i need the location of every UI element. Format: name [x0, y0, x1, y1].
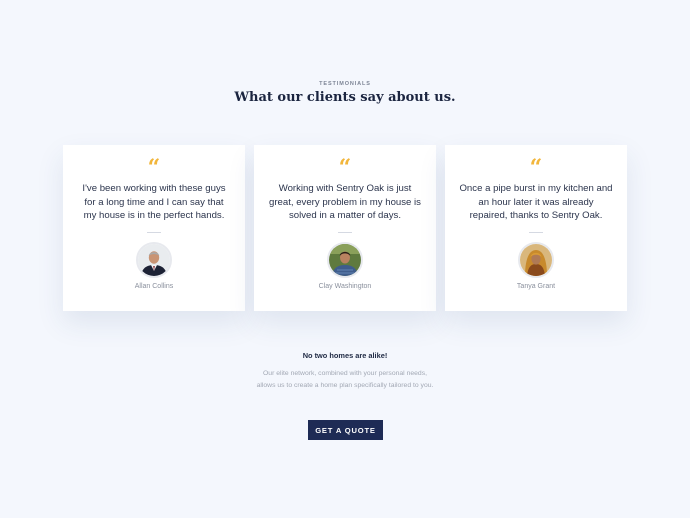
- testimonial-card: “ Working with Sentry Oak is just great,…: [254, 145, 436, 311]
- testimonial-text: Once a pipe burst in my kitchen and an h…: [459, 183, 613, 221]
- avatar-allan-collins-image: [138, 244, 170, 276]
- avatar: [518, 242, 554, 278]
- quote-icon: “: [338, 155, 352, 181]
- testimonial-cards: “ I've been working with these guys for …: [63, 145, 627, 311]
- testimonial-text: I've been working with these guys for a …: [82, 183, 226, 221]
- avatar-clay-washington-image: [329, 244, 361, 276]
- client-name: Clay Washington: [318, 283, 372, 290]
- testimonial-text: Working with Sentry Oak is just great, e…: [269, 183, 421, 221]
- quote-icon: “: [147, 155, 161, 181]
- avatar: [136, 242, 172, 278]
- testimonials-section: TESTIMONIALS What our clients say about …: [0, 0, 690, 518]
- get-a-quote-button[interactable]: GET A QUOTE: [308, 420, 383, 440]
- description-text: Our elite network, combined with your pe…: [256, 370, 434, 389]
- section-title: What our clients say about us.: [234, 90, 456, 105]
- divider: [529, 232, 543, 233]
- section-eyebrow: TESTIMONIALS: [319, 81, 371, 87]
- divider: [338, 232, 352, 233]
- tagline: No two homes are alike!: [302, 351, 388, 360]
- divider: [147, 232, 161, 233]
- testimonial-card: “ I've been working with these guys for …: [63, 145, 245, 311]
- avatar-tanya-grant-image: [520, 244, 552, 276]
- testimonial-card: “ Once a pipe burst in my kitchen and an…: [445, 145, 627, 311]
- avatar: [327, 242, 363, 278]
- client-name: Tanya Grant: [516, 283, 556, 290]
- client-name: Allan Collins: [134, 283, 174, 290]
- quote-icon: “: [529, 155, 543, 181]
